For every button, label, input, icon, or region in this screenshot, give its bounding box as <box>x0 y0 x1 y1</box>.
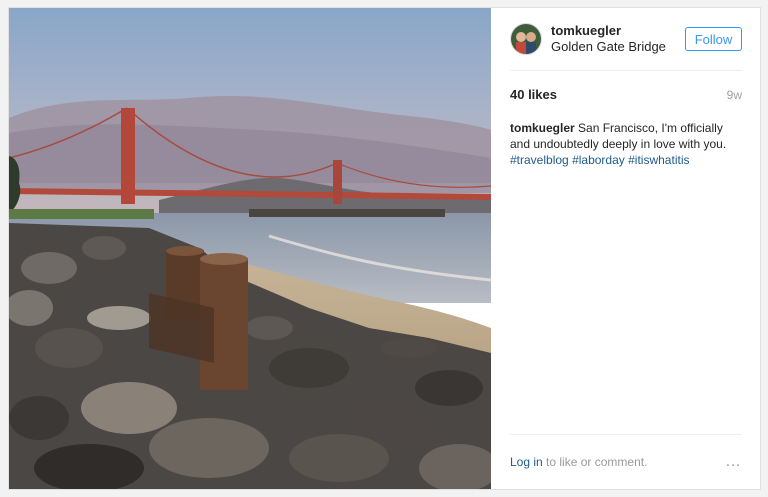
post-meta: 40 likes 9w <box>510 87 742 102</box>
post-author: tomkuegler Golden Gate Bridge <box>551 23 685 55</box>
location-link[interactable]: Golden Gate Bridge <box>551 39 685 55</box>
more-options-icon[interactable]: … <box>725 453 742 471</box>
caption-username-link[interactable]: tomkuegler <box>510 121 575 135</box>
follow-button[interactable]: Follow <box>685 27 742 51</box>
post-sidebar: tomkuegler Golden Gate Bridge Follow 40 … <box>491 8 760 489</box>
likes-count[interactable]: 40 likes <box>510 87 557 102</box>
hashtag-link[interactable]: #travelblog <box>510 153 569 167</box>
post-caption: tomkuegler San Francisco, I'm officially… <box>510 120 742 168</box>
hashtag-link[interactable]: #laborday <box>572 153 625 167</box>
post-footer: Log in to like or comment. … <box>510 434 742 489</box>
post-photo[interactable] <box>9 8 491 489</box>
username-link[interactable]: tomkuegler <box>551 23 685 39</box>
login-prompt-text: to like or comment. <box>546 455 648 469</box>
login-prompt: Log in to like or comment. <box>510 455 647 469</box>
login-link[interactable]: Log in <box>510 455 543 469</box>
post-timestamp[interactable]: 9w <box>727 88 742 102</box>
hashtag-link[interactable]: #itiswhatitis <box>628 153 689 167</box>
golden-gate-photo <box>9 8 491 489</box>
avatar-image <box>511 24 541 54</box>
post-header: tomkuegler Golden Gate Bridge Follow <box>510 8 742 71</box>
post-card: tomkuegler Golden Gate Bridge Follow 40 … <box>8 7 761 490</box>
avatar[interactable] <box>510 23 542 55</box>
